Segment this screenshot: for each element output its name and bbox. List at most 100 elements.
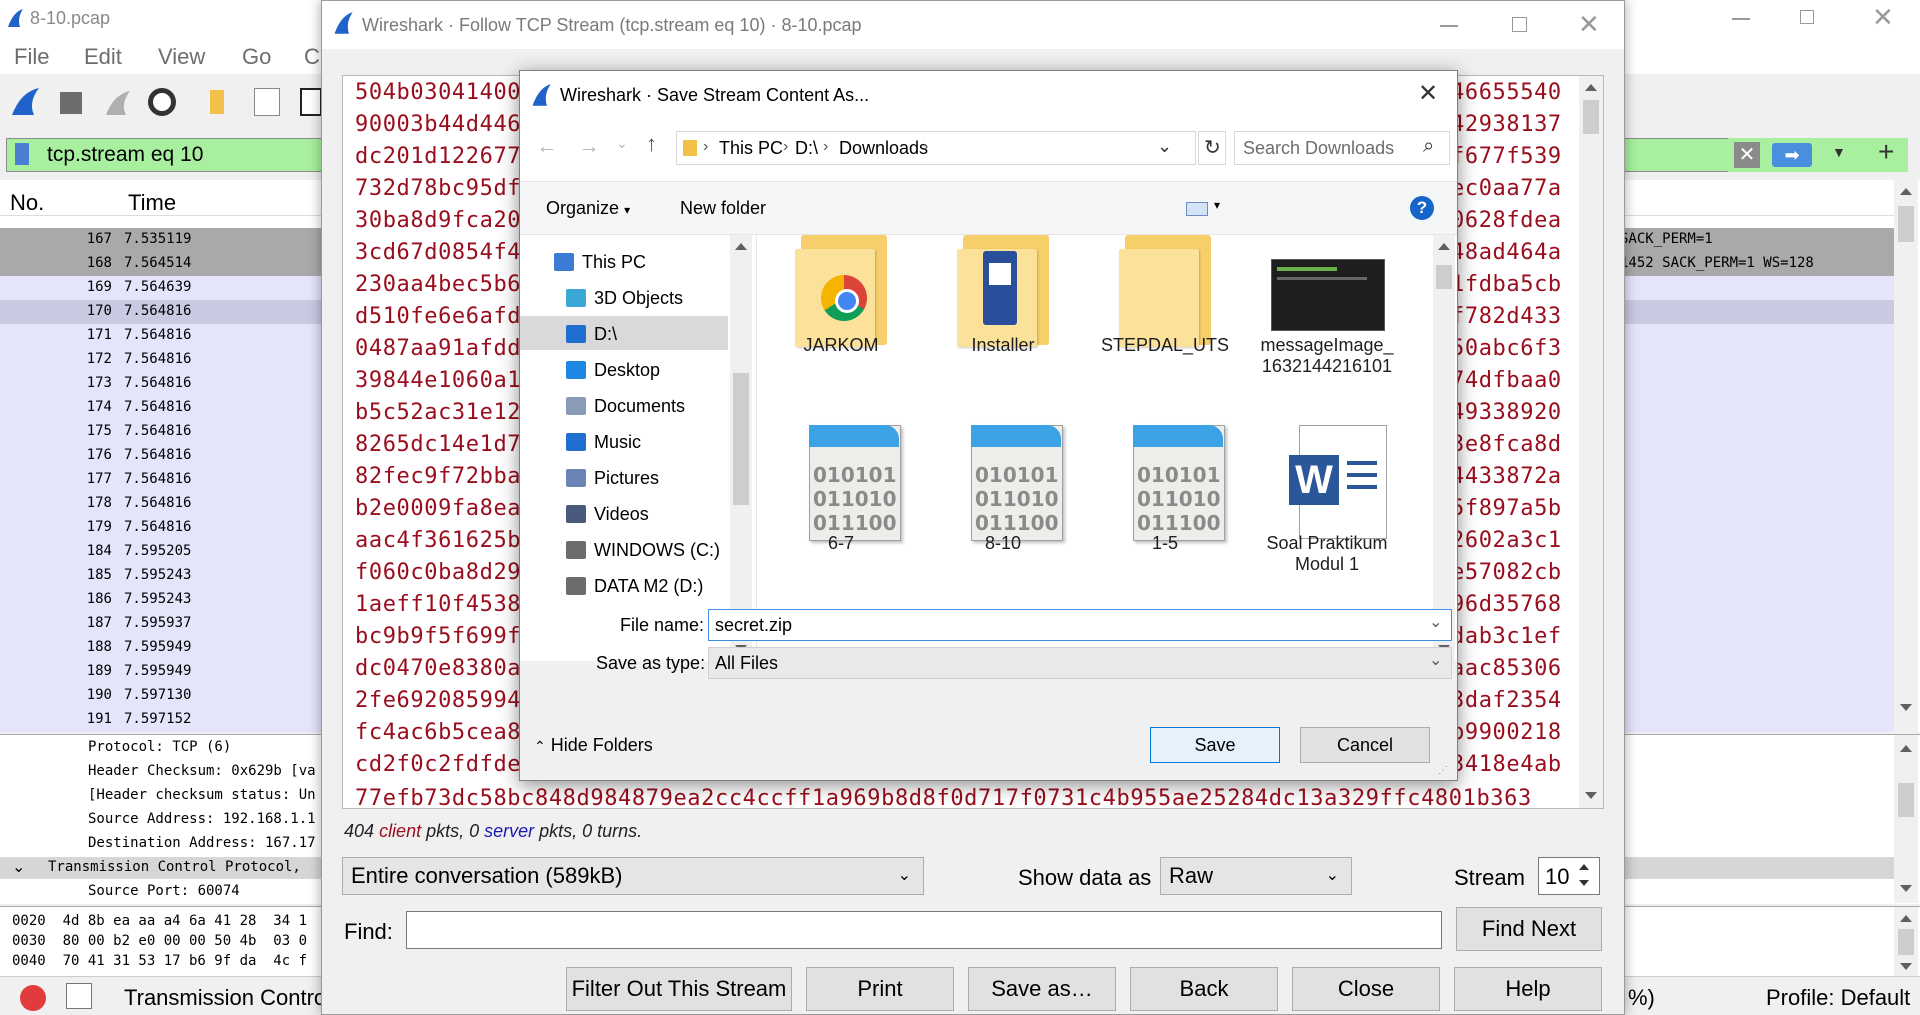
nav-item[interactable]: DATA M2 (D:) (566, 569, 756, 603)
apply-filter-icon[interactable]: ➡ (1772, 143, 1812, 167)
filter-out-stream-button[interactable]: Filter Out This Stream (566, 967, 792, 1011)
help-icon[interactable]: ? (1410, 196, 1434, 220)
menu-capture[interactable]: C (304, 44, 320, 70)
detail-line[interactable]: [Header checksum status: Un (88, 787, 316, 803)
hide-folders-toggle[interactable]: ⌃ Hide Folders (534, 735, 653, 756)
spin-down-arrow[interactable] (1579, 880, 1589, 886)
hex-scroll-down[interactable] (1900, 963, 1912, 970)
hex-scroll-thumb[interactable] (1898, 929, 1914, 955)
profile-label[interactable]: Profile: Default (1766, 985, 1910, 1011)
expert-info-icon[interactable] (20, 985, 46, 1011)
start-capture-icon[interactable] (10, 86, 40, 121)
nav-item[interactable]: Desktop (566, 353, 756, 387)
find-next-button[interactable]: Find Next (1456, 907, 1602, 951)
file-item[interactable]: 010101 011010 011100 6-7 (771, 415, 911, 585)
maximize-icon[interactable] (1512, 17, 1527, 32)
file-scroll-up[interactable] (1438, 243, 1450, 250)
close-icon[interactable]: ✕ (1418, 79, 1438, 108)
scroll-down-arrow[interactable] (1900, 704, 1912, 711)
address-bar[interactable]: › This PC › D:\ › Downloads › ⌄ (676, 131, 1196, 165)
stream-number-spinbox[interactable]: 10 (1538, 857, 1600, 895)
nav-item[interactable]: Documents (566, 389, 756, 423)
minimize-icon[interactable] (1440, 25, 1458, 27)
nav-scroll-thumb[interactable] (733, 373, 749, 505)
hex-line[interactable]: 0040 70 41 31 53 17 b6 9f da 4c f (12, 953, 307, 969)
menu-file[interactable]: File (14, 44, 49, 70)
hex-scroll-up[interactable] (1900, 915, 1912, 922)
nav-item[interactable]: Music (566, 425, 756, 459)
file-scrollbar[interactable] (1433, 235, 1455, 661)
close-icon[interactable]: ✕ (1872, 2, 1894, 33)
detail-line[interactable]: Transmission Control Protocol, (48, 859, 301, 875)
file-scroll-thumb[interactable] (1436, 265, 1452, 289)
refresh-button[interactable]: ↻ (1198, 131, 1226, 165)
expand-chevron-icon[interactable]: ⌄ (12, 857, 25, 877)
detail-line[interactable]: Header Checksum: 0x629b [va (88, 763, 316, 779)
detail-line[interactable]: Source Address: 192.168.1.1 (88, 811, 316, 827)
breadcrumb-this-pc[interactable]: This PC (719, 138, 783, 159)
clear-filter-icon[interactable]: ✕ (1734, 142, 1760, 168)
add-filter-button-icon[interactable]: + (1878, 136, 1894, 168)
restore-icon[interactable] (1800, 10, 1814, 24)
file-item[interactable]: Installer (933, 235, 1073, 405)
breadcrumb-d-drive[interactable]: D:\ (795, 138, 818, 159)
hex-scrollbar[interactable] (1894, 907, 1918, 977)
close-icon[interactable]: ✕ (1578, 9, 1600, 40)
column-no[interactable]: No. (10, 190, 44, 216)
stream-scroll-thumb[interactable] (1583, 100, 1599, 134)
back-arrow-icon[interactable]: ← (536, 133, 558, 159)
chevron-down-icon[interactable]: ⌄ (1429, 612, 1442, 632)
stream-scrollbar[interactable] (1579, 76, 1603, 808)
breadcrumb-downloads[interactable]: Downloads (839, 138, 928, 159)
file-item[interactable]: STEPDAL_UTS (1095, 235, 1235, 405)
nav-item[interactable]: Pictures (566, 461, 756, 495)
detail-line[interactable]: Protocol: TCP (6) (88, 739, 231, 755)
help-button[interactable]: Help (1454, 967, 1602, 1011)
nav-item[interactable]: Videos (566, 497, 756, 531)
detail-scrollbar[interactable] (1894, 735, 1918, 903)
search-icon[interactable]: ⌕ (1423, 135, 1434, 158)
detail-scroll-thumb[interactable] (1898, 783, 1914, 817)
save-as-button[interactable]: Save as… (968, 967, 1116, 1011)
nav-item[interactable]: WINDOWS (C:) (566, 533, 756, 567)
file-item[interactable]: W Soal Praktikum Modul 1 (1257, 415, 1397, 585)
view-options-icon[interactable] (1186, 202, 1208, 216)
display-filter-input[interactable]: tcp.stream eq 10 (47, 143, 203, 167)
scroll-thumb[interactable] (1898, 206, 1914, 242)
spin-up-arrow[interactable] (1579, 864, 1589, 870)
close-button[interactable]: Close (1292, 967, 1440, 1011)
file-item[interactable]: 010101 011010 011100 1-5 (1095, 415, 1235, 585)
save-button[interactable]: Save (1150, 727, 1280, 763)
detail-line[interactable]: Destination Address: 167.17 (88, 835, 316, 851)
conversation-select[interactable]: Entire conversation (589kB) ⌄ (342, 857, 924, 895)
minimize-icon[interactable] (1732, 18, 1750, 20)
up-arrow-icon[interactable]: ↑ (646, 131, 657, 157)
recent-locations-icon[interactable]: ⌄ (616, 135, 628, 152)
file-item[interactable]: messageImage_1632144216101 (1257, 235, 1397, 405)
nav-item[interactable]: 3D Objects (566, 281, 756, 315)
file-item[interactable]: JARKOM (771, 235, 911, 405)
scroll-up-arrow[interactable] (1900, 188, 1912, 195)
back-button[interactable]: Back (1130, 967, 1278, 1011)
nav-scrollbar[interactable] (730, 235, 752, 661)
file-name-input[interactable]: secret.zip ⌄ (708, 609, 1452, 641)
save-type-select[interactable]: All Files ⌄ (708, 647, 1452, 679)
close-file-icon[interactable] (300, 88, 322, 116)
address-dropdown-icon[interactable]: ⌄ (1157, 136, 1172, 157)
cancel-button[interactable]: Cancel (1300, 727, 1430, 763)
capture-comment-icon[interactable] (66, 983, 92, 1009)
forward-arrow-icon[interactable]: → (578, 133, 600, 159)
resize-grip-icon[interactable]: ⋰ (1438, 765, 1448, 776)
restart-capture-icon[interactable] (104, 88, 132, 121)
nav-item[interactable]: This PC (554, 245, 744, 279)
filter-history-icon[interactable]: ▼ (1832, 144, 1846, 160)
detail-scroll-down[interactable] (1900, 885, 1912, 892)
bookmark-icon[interactable] (15, 143, 29, 165)
hex-line[interactable]: 0030 80 00 b2 e0 00 00 50 4b 03 0 (12, 933, 307, 949)
menu-view[interactable]: View (158, 44, 205, 70)
stream-scroll-down[interactable] (1585, 792, 1597, 799)
nav-item[interactable]: D:\ (566, 317, 756, 351)
search-input[interactable]: Search Downloads (1243, 138, 1394, 159)
save-file-icon[interactable] (254, 88, 280, 116)
menu-edit[interactable]: Edit (84, 44, 122, 70)
